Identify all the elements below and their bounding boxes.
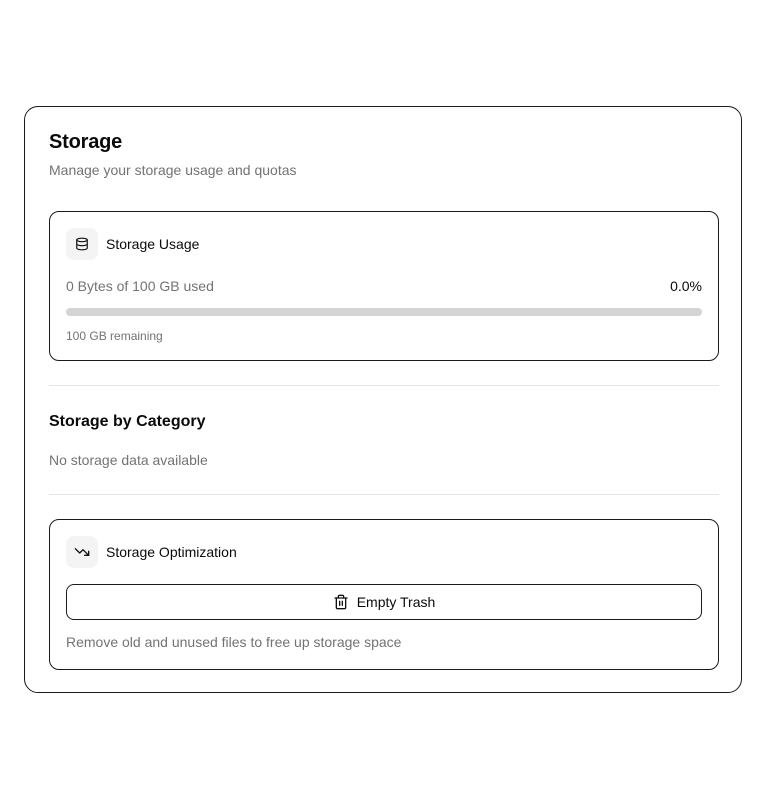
trending-down-icon [66, 536, 98, 568]
storage-card: Storage Manage your storage usage and qu… [24, 106, 742, 693]
divider [49, 385, 719, 386]
empty-trash-label: Empty Trash [356, 594, 436, 610]
usage-progress-bar [66, 308, 702, 316]
storage-usage-header: Storage Usage [66, 228, 199, 260]
divider [49, 494, 719, 495]
database-icon [66, 228, 98, 260]
storage-usage-panel: Storage Usage 0 Bytes of 100 GB used 0.0… [49, 211, 719, 361]
storage-optimization-header: Storage Optimization [66, 536, 237, 568]
page-title: Storage [49, 131, 123, 153]
page-subtitle: Manage your storage usage and quotas [49, 162, 297, 178]
category-title: Storage by Category [49, 413, 206, 430]
trash-icon [333, 594, 349, 610]
empty-trash-button[interactable]: Empty Trash [66, 584, 702, 620]
usage-summary: 0 Bytes of 100 GB used [66, 278, 214, 294]
storage-usage-title: Storage Usage [106, 236, 200, 252]
usage-percent: 0.0% [670, 278, 702, 294]
optimization-note: Remove old and unused files to free up s… [66, 634, 402, 650]
storage-optimization-panel: Storage Optimization Empty Trash Remove … [49, 519, 719, 670]
usage-remaining: 100 GB remaining [66, 329, 163, 343]
storage-optimization-title: Storage Optimization [106, 544, 237, 560]
category-empty-text: No storage data available [49, 452, 208, 468]
